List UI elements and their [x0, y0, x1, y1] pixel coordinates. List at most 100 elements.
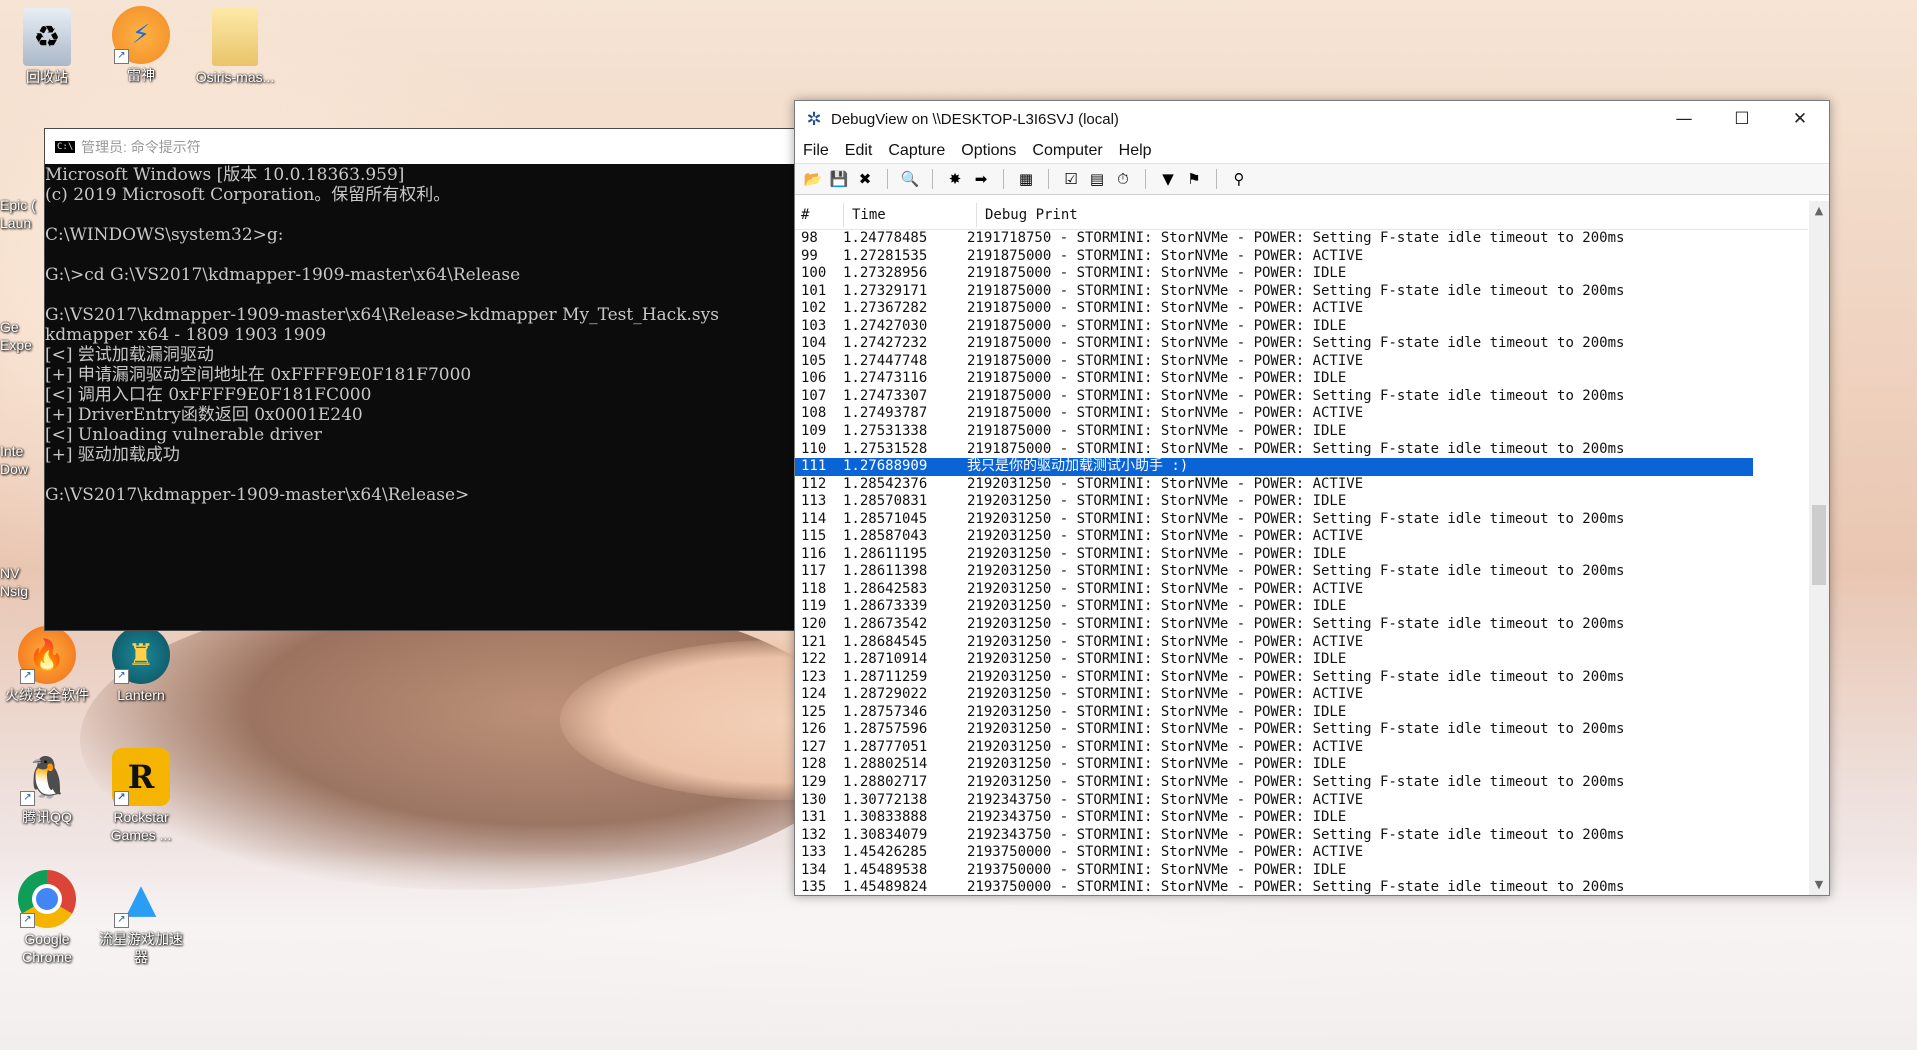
- scroll-down-icon[interactable]: ▼: [1809, 875, 1829, 895]
- log-list[interactable]: # Time Debug Print 98 1.24778485 219171875…: [795, 201, 1808, 895]
- log-row[interactable]: 119 1.28673339 2192031250 - STORMINI: Stor…: [795, 598, 1808, 616]
- log-row[interactable]: 103 1.27427030 2191875000 - STORMINI: Stor…: [795, 318, 1808, 336]
- scroll-up-icon[interactable]: ▲: [1809, 201, 1829, 221]
- log-row[interactable]: 112 1.28542376 2192031250 - STORMINI: Stor…: [795, 476, 1808, 494]
- highlight-icon[interactable]: ▼: [1156, 167, 1180, 191]
- desktop-icon-osiris-folder[interactable]: Osiris-mas...: [192, 8, 278, 86]
- clear-icon[interactable]: ✖: [853, 167, 877, 191]
- log-row-message: 2191875000 - STORMINI: StorNVMe - POWER:…: [967, 282, 1625, 299]
- log-row[interactable]: 98 1.24778485 2191718750 - STORMINI: StorN…: [795, 230, 1808, 248]
- capture-kernel-icon[interactable]: ▦: [1014, 167, 1038, 191]
- save-icon[interactable]: 💾: [827, 167, 851, 191]
- desktop-icon-meteor[interactable]: ▲ ↗ 流星游戏加速器: [98, 870, 184, 966]
- log-row[interactable]: 131 1.30833888 2192343750 - STORMINI: Stor…: [795, 809, 1808, 827]
- filter-icon[interactable]: ▤: [1085, 167, 1109, 191]
- log-row[interactable]: 113 1.28570831 2192031250 - STORMINI: Stor…: [795, 493, 1808, 511]
- log-row-time: 1.28757346: [843, 703, 928, 720]
- log-row[interactable]: 116 1.28611195 2192031250 - STORMINI: Stor…: [795, 546, 1808, 564]
- log-row-message: 2192031250 - STORMINI: StorNVMe - POWER:…: [967, 686, 1364, 703]
- cmd-titlebar[interactable]: C:\ 管理员: 命令提示符: [45, 129, 797, 164]
- autoscroll-icon[interactable]: ➡: [969, 167, 993, 191]
- column-header-time[interactable]: Time: [852, 207, 976, 223]
- cmd-window[interactable]: C:\ 管理员: 命令提示符 Microsoft Windows [版本 10.…: [44, 128, 798, 631]
- vertical-scrollbar[interactable]: ▲ ▼: [1809, 201, 1829, 895]
- bookmark-icon[interactable]: ⚑: [1182, 167, 1206, 191]
- log-row-number: 101: [801, 282, 827, 299]
- debugview-titlebar[interactable]: ✲ DebugView on \\DESKTOP-L3I6SVJ (local)…: [795, 101, 1829, 138]
- binoculars-icon[interactable]: ⚲: [1227, 167, 1251, 191]
- menu-options[interactable]: Options: [961, 142, 1016, 160]
- log-row-number: 131: [801, 809, 827, 826]
- log-row[interactable]: 130 1.30772138 2192343750 - STORMINI: Stor…: [795, 792, 1808, 810]
- column-header-debug-print[interactable]: Debug Print: [985, 207, 1808, 223]
- log-row[interactable]: 105 1.27447748 2191875000 - STORMINI: Stor…: [795, 353, 1808, 371]
- log-row[interactable]: 126 1.28757596 2192031250 - STORMINI: Stor…: [795, 721, 1808, 739]
- log-row[interactable]: 121 1.28684545 2192031250 - STORMINI: Stor…: [795, 634, 1808, 652]
- log-row[interactable]: 127 1.28777051 2192031250 - STORMINI: Stor…: [795, 739, 1808, 757]
- log-row[interactable]: 118 1.28642583 2192031250 - STORMINI: Stor…: [795, 581, 1808, 599]
- log-row[interactable]: 99 1.27281535 2191875000 - STORMINI: StorN…: [795, 248, 1808, 266]
- partial-label-geforce[interactable]: Ge Expe: [0, 318, 45, 354]
- log-row[interactable]: 109 1.27531338 2191875000 - STORMINI: Stor…: [795, 423, 1808, 441]
- log-row-message: 2192031250 - STORMINI: StorNVMe - POWER:…: [967, 721, 1625, 738]
- minimize-button[interactable]: —: [1655, 101, 1713, 138]
- log-row[interactable]: 124 1.28729022 2192031250 - STORMINI: Stor…: [795, 686, 1808, 704]
- log-row-message: 2192031250 - STORMINI: StorNVMe - POWER:…: [967, 528, 1364, 545]
- log-row[interactable]: 133 1.45426285 2193750000 - STORMINI: Stor…: [795, 844, 1808, 862]
- history-icon[interactable]: ☑: [1059, 167, 1083, 191]
- log-row[interactable]: 128 1.28802514 2192031250 - STORMINI: Stor…: [795, 756, 1808, 774]
- desktop-icon-huorong[interactable]: 🔥 ↗ 火绒安全软件: [4, 626, 90, 704]
- log-row-time: 1.27688909: [843, 458, 928, 475]
- log-row[interactable]: 129 1.28802717 2192031250 - STORMINI: Stor…: [795, 774, 1808, 792]
- scroll-thumb[interactable]: [1812, 505, 1826, 585]
- toolbar: 📂 💾 ✖ 🔍 ✸ ➡ ▦ ☑ ▤ ⏱ ▼ ⚑ ⚲: [795, 163, 1829, 195]
- log-row[interactable]: 100 1.27328956 2191875000 - STORMINI: Stor…: [795, 265, 1808, 283]
- log-row[interactable]: 125 1.28757346 2192031250 - STORMINI: Stor…: [795, 704, 1808, 722]
- desktop-icon-rockstar[interactable]: R ↗ Rockstar Games ...: [98, 748, 184, 844]
- cmd-console-output[interactable]: Microsoft Windows [版本 10.0.18363.959] (c)…: [45, 164, 797, 505]
- partial-label-nvidia[interactable]: NV Nsig: [0, 564, 45, 600]
- log-row[interactable]: 106 1.27473116 2191875000 - STORMINI: Stor…: [795, 370, 1808, 388]
- open-folder-icon[interactable]: 📂: [801, 167, 825, 191]
- menu-file[interactable]: File: [803, 142, 829, 160]
- desktop-icon-lantern[interactable]: ♜ ↗ Lantern: [98, 626, 184, 704]
- log-row-message: 2192031250 - STORMINI: StorNVMe - POWER:…: [967, 493, 1347, 510]
- log-row[interactable]: 107 1.27473307 2191875000 - STORMINI: Stor…: [795, 388, 1808, 406]
- log-row[interactable]: 120 1.28673542 2192031250 - STORMINI: Stor…: [795, 616, 1808, 634]
- time-icon[interactable]: ⏱: [1111, 167, 1135, 191]
- desktop-icon-recycle-bin[interactable]: ♻ 回收站: [4, 8, 90, 86]
- log-row[interactable]: 132 1.30834079 2192343750 - STORMINI: Stor…: [795, 827, 1808, 845]
- log-row-time: 1.28711259: [843, 668, 928, 685]
- partial-label-intel[interactable]: Inte Dow: [0, 442, 45, 478]
- desktop-icon-chrome[interactable]: ↗ Google Chrome: [4, 870, 90, 966]
- log-row[interactable]: 110 1.27531528 2191875000 - STORMINI: Stor…: [795, 441, 1808, 459]
- log-row[interactable]: 102 1.27367282 2191875000 - STORMINI: Stor…: [795, 300, 1808, 318]
- column-header-number[interactable]: #: [795, 207, 843, 223]
- menu-edit[interactable]: Edit: [845, 142, 873, 160]
- find-icon[interactable]: 🔍: [898, 167, 922, 191]
- desktop-icon-qq[interactable]: 🐧 ↗ 腾讯QQ: [4, 748, 90, 826]
- log-row[interactable]: 135 1.45489824 2193750000 - STORMINI: Stor…: [795, 879, 1808, 895]
- log-row[interactable]: 117 1.28611398 2192031250 - STORMINI: Stor…: [795, 563, 1808, 581]
- menu-computer[interactable]: Computer: [1032, 142, 1102, 160]
- partial-label-epic[interactable]: Epic (Laun: [0, 196, 45, 232]
- log-row[interactable]: 111 1.27688909 我只是你的驱动加载测试小助手 :): [795, 458, 1753, 476]
- log-row[interactable]: 114 1.28571045 2192031250 - STORMINI: Stor…: [795, 511, 1808, 529]
- close-button[interactable]: ✕: [1771, 101, 1829, 138]
- maximize-button[interactable]: ☐: [1713, 101, 1771, 138]
- menu-help[interactable]: Help: [1119, 142, 1152, 160]
- log-row[interactable]: 123 1.28711259 2192031250 - STORMINI: Stor…: [795, 669, 1808, 687]
- menu-capture[interactable]: Capture: [888, 142, 945, 160]
- log-row[interactable]: 101 1.27329171 2191875000 - STORMINI: Stor…: [795, 283, 1808, 301]
- debugview-window[interactable]: ✲ DebugView on \\DESKTOP-L3I6SVJ (local)…: [794, 100, 1830, 896]
- desktop-icon-leishen[interactable]: ⚡ ↗ 雷神: [98, 6, 184, 84]
- recycle-bin-icon: ♻: [23, 8, 71, 66]
- capture-icon[interactable]: ✸: [943, 167, 967, 191]
- log-row[interactable]: 104 1.27427232 2191875000 - STORMINI: Stor…: [795, 335, 1808, 353]
- log-row[interactable]: 115 1.28587043 2192031250 - STORMINI: Stor…: [795, 528, 1808, 546]
- log-row-time: 1.28777051: [843, 738, 928, 755]
- log-row[interactable]: 122 1.28710914 2192031250 - STORMINI: Stor…: [795, 651, 1808, 669]
- shortcut-arrow-icon: ↗: [114, 791, 129, 806]
- log-row[interactable]: 108 1.27493787 2191875000 - STORMINI: Stor…: [795, 405, 1808, 423]
- log-row[interactable]: 134 1.45489538 2193750000 - STORMINI: Stor…: [795, 862, 1808, 880]
